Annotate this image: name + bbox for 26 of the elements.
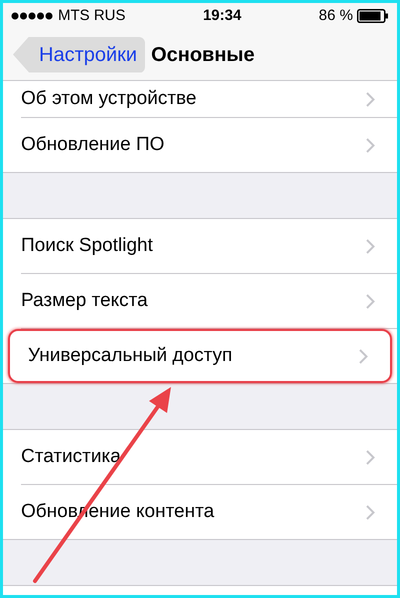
- screen-title: Основные: [151, 42, 255, 68]
- settings-row[interactable]: Обновление ПО: [3, 118, 397, 172]
- settings-row[interactable]: Статистика: [3, 430, 397, 484]
- chevron-icon: [366, 238, 375, 254]
- row-label: Поиск Spotlight: [21, 234, 153, 258]
- chevron-icon: [366, 294, 375, 308]
- row-label: Статистика: [21, 444, 121, 469]
- carrier-name: MTS RUS: [58, 6, 126, 26]
- battery-icon: [356, 9, 389, 23]
- row-label: Универсальный доступ: [28, 344, 232, 368]
- signal-icon: [11, 12, 53, 20]
- chevron-icon: [366, 92, 375, 106]
- settings-row[interactable]: Поиск Spotlight: [3, 219, 397, 273]
- settings-row[interactable]: Размер текста: [3, 274, 397, 328]
- back-button[interactable]: Настройки: [13, 36, 146, 72]
- chevron-icon: [366, 450, 375, 464]
- row-label: Об этом устройстве: [21, 86, 196, 111]
- settings-row[interactable]: Универсальный доступ: [8, 329, 392, 383]
- chevron-icon: [366, 138, 375, 152]
- row-label: Размер текста: [21, 288, 148, 313]
- settings-row[interactable]: Об этом устройстве: [3, 81, 397, 117]
- row-label: Обновление ПО: [21, 132, 164, 157]
- clock-time: 19:34: [202, 6, 242, 26]
- chevron-icon: [366, 504, 375, 520]
- chevron-icon: [359, 348, 368, 364]
- battery-percent: 86 %: [318, 6, 353, 26]
